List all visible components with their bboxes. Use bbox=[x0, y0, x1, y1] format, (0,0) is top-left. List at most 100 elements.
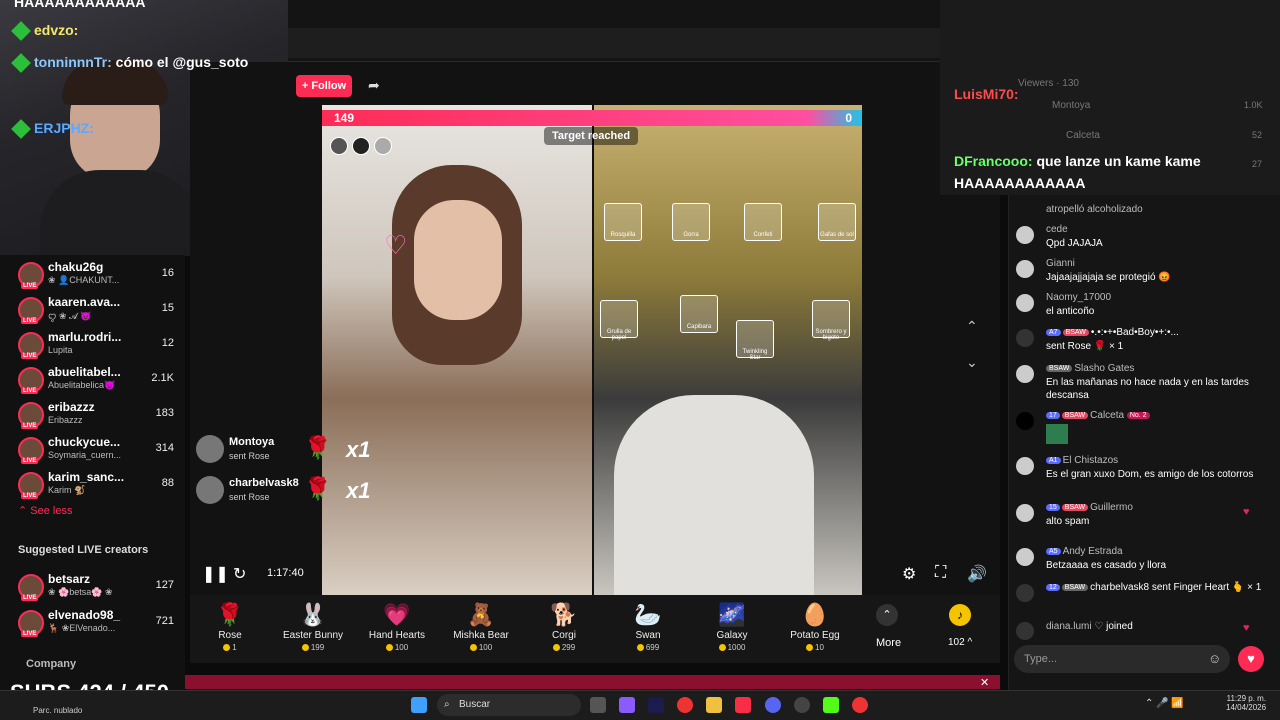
close-icon[interactable]: ✕ bbox=[980, 676, 989, 689]
avatar bbox=[1016, 294, 1034, 312]
viewer-name: Montoya bbox=[1052, 100, 1091, 111]
clock[interactable]: 11:29 p. m. 14/04/2026 bbox=[1226, 694, 1266, 712]
avatar bbox=[1016, 260, 1034, 278]
viewer-count: 27 bbox=[1252, 159, 1263, 169]
copilot-icon[interactable] bbox=[619, 697, 635, 713]
volume-icon[interactable]: 🔊 bbox=[967, 564, 987, 584]
gift-item[interactable]: 🧸 Mishka Bear 100 bbox=[441, 598, 521, 662]
company-link[interactable]: Company bbox=[26, 658, 76, 670]
sidebar-item[interactable]: LIVE marlu.rodri... Lupita 12 bbox=[14, 328, 174, 362]
gift-item[interactable]: 🐕 Corgi 299 bbox=[524, 598, 604, 662]
top-gifter-avatar[interactable] bbox=[330, 137, 348, 155]
chat-input[interactable]: Type... bbox=[1014, 645, 1230, 673]
join-icon bbox=[1016, 622, 1034, 640]
coin-balance[interactable]: 102 ^ bbox=[948, 637, 972, 648]
suggested-item[interactable]: LIVE betsarz ❀ 🌸betsa🌸 ❀ 127 bbox=[14, 570, 174, 604]
top-gifter-avatar[interactable] bbox=[374, 137, 392, 155]
coin-icon[interactable]: ♪ bbox=[949, 604, 971, 626]
chevron-up-icon[interactable]: ⌃ bbox=[876, 604, 898, 626]
chrome-icon[interactable] bbox=[677, 697, 693, 713]
see-less-label: See less bbox=[30, 505, 73, 517]
overlay-chat-line: edvzo: bbox=[11, 21, 78, 42]
overlay-gift-tile: Grulla de papel bbox=[600, 300, 638, 341]
task-view-icon[interactable] bbox=[590, 697, 606, 713]
share-icon[interactable]: ➦ bbox=[368, 77, 380, 94]
live-video[interactable]: ♡ 149 0 Target reached Rosquilla Gorra C… bbox=[322, 105, 862, 595]
overlay-chat-line: HAAAAAAAAAAAA bbox=[14, 0, 146, 10]
target-reached-label: Target reached bbox=[544, 127, 639, 145]
gem-icon bbox=[11, 21, 31, 42]
chrome-icon[interactable] bbox=[852, 697, 868, 713]
overlay-chat-line: DFrancooo: que lanze un kame kame bbox=[954, 153, 1201, 169]
pause-icon[interactable]: ❚❚ bbox=[202, 564, 229, 584]
taskbar-search[interactable]: ⌕ Buscar bbox=[437, 694, 581, 716]
battle-score-bar bbox=[322, 110, 862, 126]
see-less-link[interactable]: ⌃ See less bbox=[18, 504, 72, 517]
avatar bbox=[1016, 548, 1034, 566]
chevron-up-icon[interactable]: ⌃ bbox=[966, 318, 978, 335]
avatar bbox=[1016, 226, 1034, 244]
streamer-shirt bbox=[40, 170, 200, 256]
gift-item[interactable]: 🦢 Swan 699 bbox=[608, 598, 688, 662]
gift-icon bbox=[1016, 329, 1034, 347]
suggested-item[interactable]: LIVE elvenado98_ 🦌 ❀ElVenado... 721 bbox=[14, 606, 174, 640]
heart-icon: ♥ bbox=[1243, 622, 1250, 634]
sidebar-item[interactable]: LIVE abuelitabel... Abuelitabelica😈 2.1K bbox=[14, 363, 174, 397]
guest-shirt bbox=[614, 395, 814, 595]
top-gifter-avatar[interactable] bbox=[352, 137, 370, 155]
gift-item[interactable]: 🥚 Potato Egg 10 bbox=[775, 598, 855, 662]
avatar bbox=[1016, 504, 1034, 522]
more-gifts-button[interactable]: More bbox=[876, 637, 901, 649]
settings-icon[interactable]: ⚙ bbox=[902, 564, 916, 584]
sidebar-item[interactable]: LIVE karim_sanc... Karim 🐒 88 bbox=[14, 468, 174, 502]
gift-notification: Montoya sent Rose 🌹 x1 bbox=[196, 433, 370, 467]
stream-time: 1:17:40 bbox=[267, 567, 304, 579]
rose-icon: 🌹 bbox=[304, 435, 332, 460]
score-left: 149 bbox=[334, 111, 355, 125]
gift-item[interactable]: 💗 Hand Hearts 100 bbox=[357, 598, 437, 662]
kick-icon[interactable] bbox=[823, 697, 839, 713]
refresh-icon[interactable]: ↻ bbox=[233, 564, 246, 584]
overlay-gift-tile: Rosquilla bbox=[604, 203, 642, 241]
avatar bbox=[1016, 457, 1034, 475]
chat-panel bbox=[1008, 195, 1280, 695]
overlay-chat-line: tonninnnTr: cómo el @gus_soto bbox=[11, 53, 248, 74]
sidebar-item[interactable]: LIVE kaaren.ava... ꨄ ❀ 𝓐 😈 15 bbox=[14, 293, 174, 327]
emoji-icon[interactable]: ☺ bbox=[1208, 651, 1221, 666]
music-icon[interactable] bbox=[735, 697, 751, 713]
premiere-icon[interactable] bbox=[648, 697, 664, 713]
overlay-gift-tile: Sombrero y bigote bbox=[812, 300, 850, 341]
chevron-down-icon[interactable]: ⌄ bbox=[966, 354, 978, 371]
sidebar-item[interactable]: LIVE chaku26g ❀ 👤CHAKUNT... 16 bbox=[14, 258, 174, 292]
gem-icon bbox=[11, 53, 31, 74]
viewer-count: 52 bbox=[1252, 130, 1263, 140]
gift-item[interactable]: 🌹 Rose 1 bbox=[190, 598, 270, 662]
notification-bar bbox=[185, 675, 1000, 689]
obs-icon[interactable] bbox=[794, 697, 810, 713]
gift-notification: charbelvask8 sent Rose 🌹 x1 bbox=[196, 474, 370, 508]
folder-icon[interactable] bbox=[706, 697, 722, 713]
like-button[interactable]: ♥ bbox=[1238, 646, 1264, 672]
gem-icon bbox=[11, 119, 31, 140]
discord-icon[interactable] bbox=[765, 697, 781, 713]
gift-icon bbox=[1016, 584, 1034, 602]
chevron-up-icon: ⌃ bbox=[18, 505, 31, 517]
sidebar-item[interactable]: LIVE chuckycue... Soymaria_cuern... 314 bbox=[14, 433, 174, 467]
sidebar-item[interactable]: LIVE eribazzz Eribazzz 183 bbox=[14, 398, 174, 432]
guest-video bbox=[594, 105, 862, 595]
suggested-title: Suggested LIVE creators bbox=[18, 544, 149, 556]
fullscreen-icon[interactable]: ⛶ bbox=[935, 564, 946, 582]
follow-button[interactable]: + Follow bbox=[296, 75, 352, 97]
viewer-name: Calceta bbox=[1066, 130, 1100, 141]
overlay-chat-line: HAAAAAAAAAAAA bbox=[954, 175, 1086, 191]
windows-start-icon[interactable] bbox=[411, 697, 427, 713]
overlay-gift-tile: Capibara bbox=[680, 295, 718, 333]
host-video: ♡ bbox=[322, 105, 592, 595]
taskbar bbox=[0, 690, 1280, 720]
search-icon: ⌕ bbox=[444, 699, 450, 710]
tray-icons[interactable]: ⌃ 🎤 📶 bbox=[1145, 698, 1184, 709]
gift-item[interactable]: 🐰 Easter Bunny 199 bbox=[273, 598, 353, 662]
gift-item[interactable]: 🌌 Galaxy 1000 bbox=[692, 598, 772, 662]
overlay-gift-tile: Confeti bbox=[744, 203, 782, 241]
overlay-gift-tile: Gafas de sol bbox=[818, 203, 856, 241]
